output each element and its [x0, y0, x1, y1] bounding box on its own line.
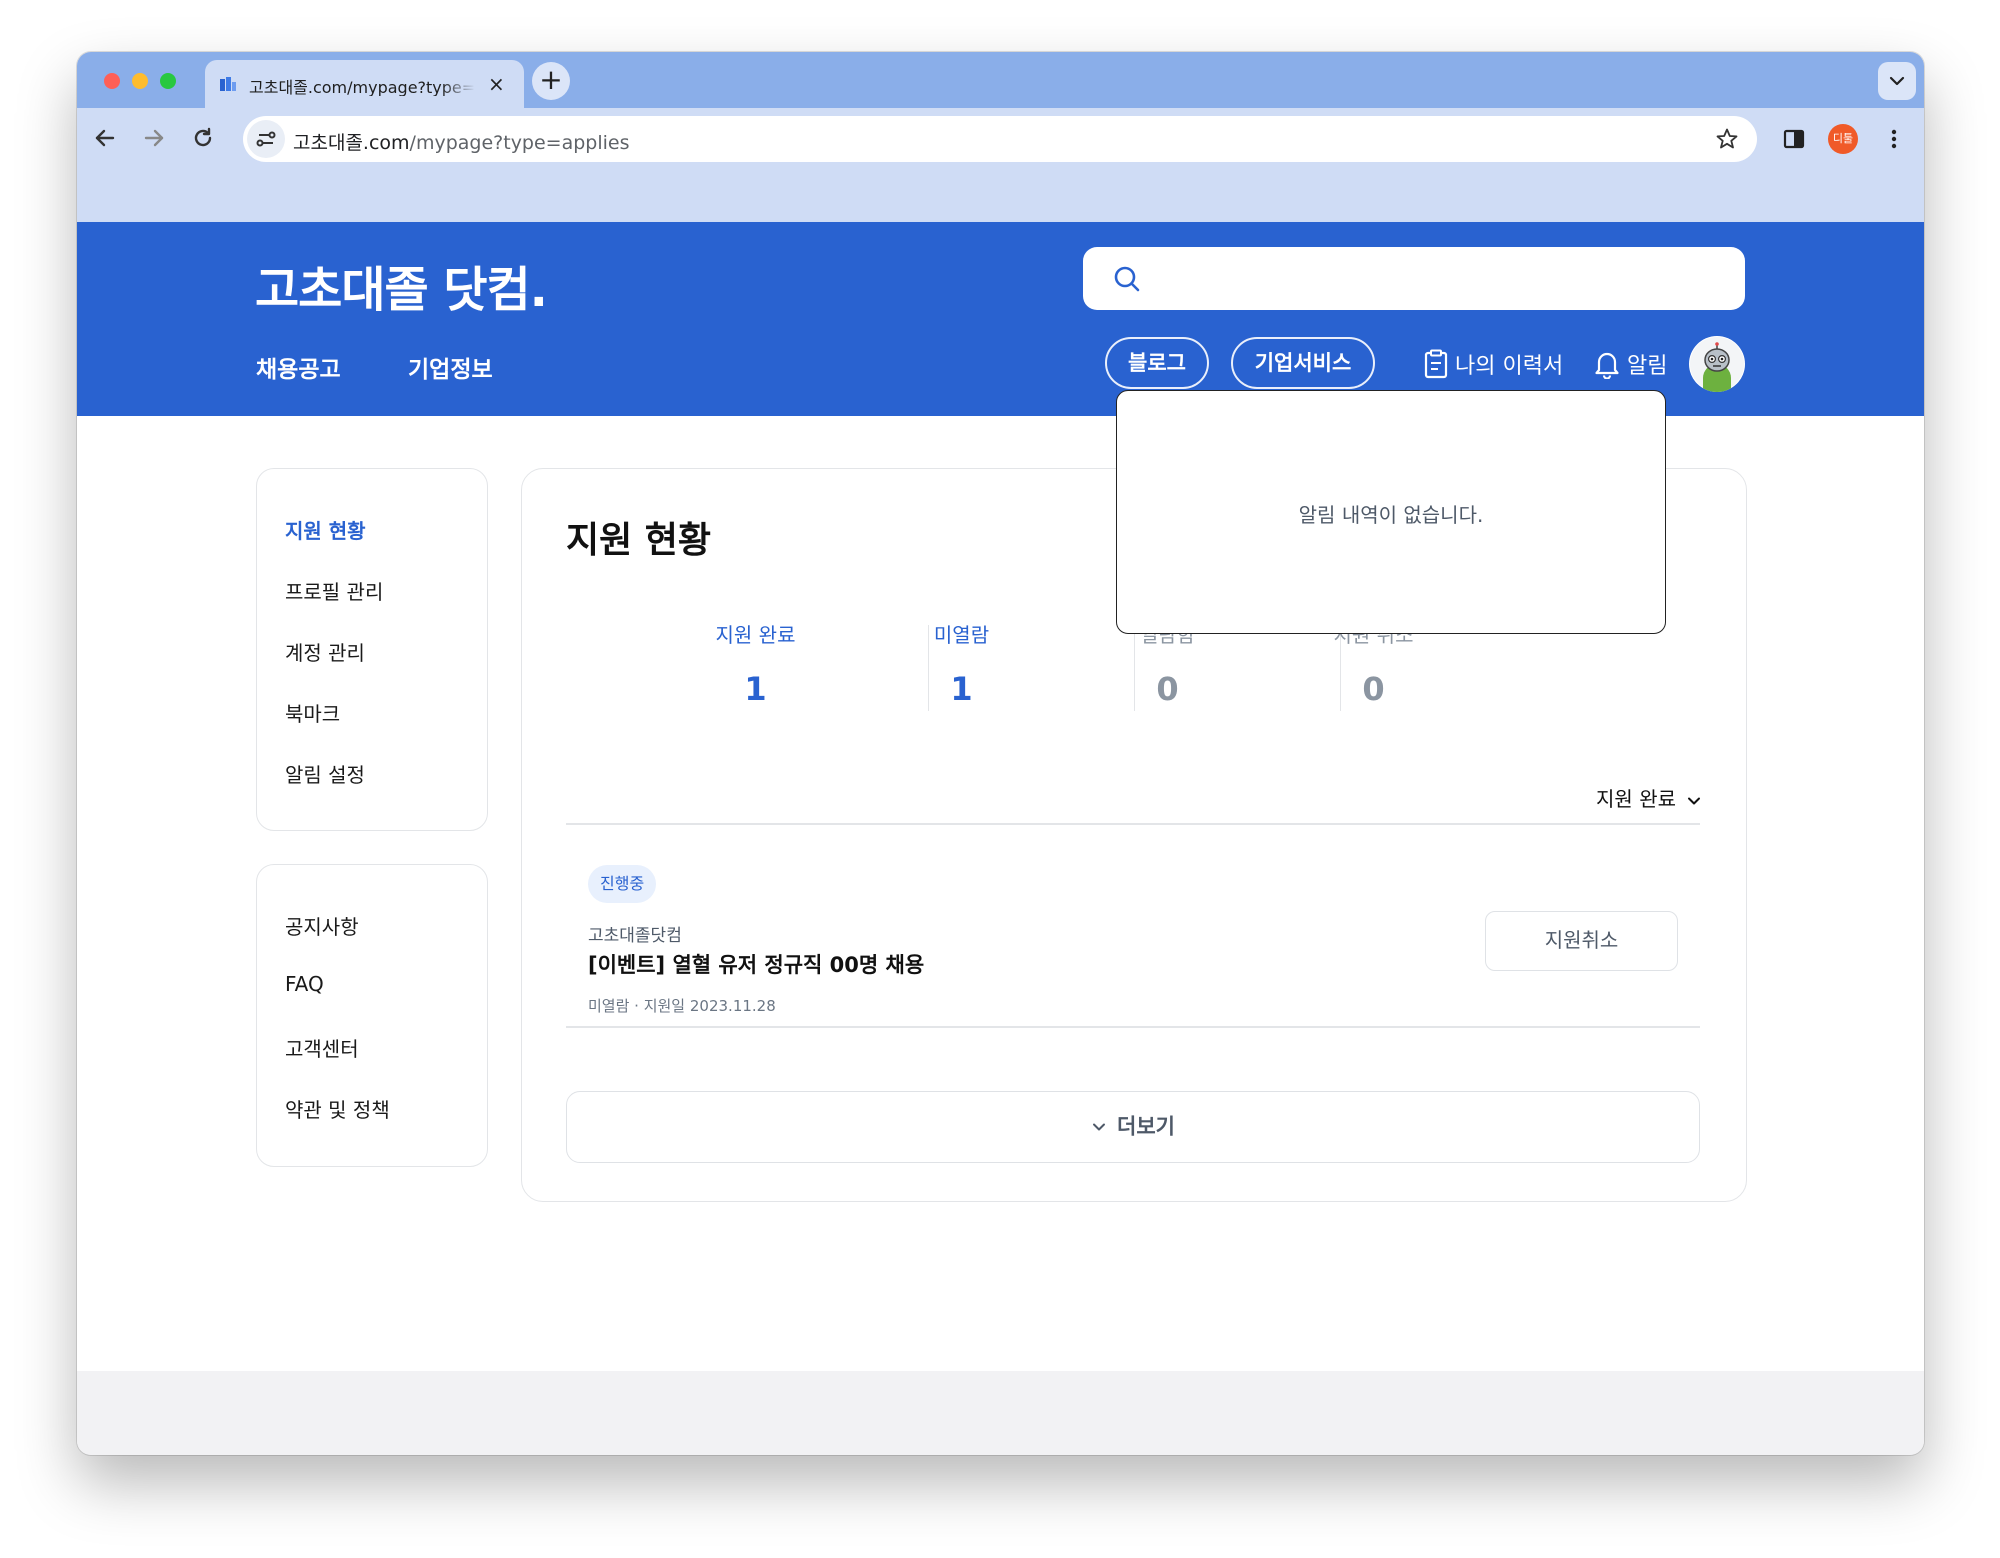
- load-more-label: 더보기: [1117, 1114, 1175, 1139]
- chevron-down-icon: [1889, 76, 1905, 86]
- close-window-button[interactable]: [104, 73, 120, 89]
- job-title[interactable]: [이벤트] 열혈 유저 정규직 00명 채용: [588, 949, 924, 979]
- maximize-window-button[interactable]: [160, 73, 176, 89]
- address-bar[interactable]: 고초대졸.com/mypage?type=applies: [243, 116, 1757, 162]
- more-vert-icon[interactable]: [1878, 123, 1910, 155]
- tab-close-icon[interactable]: ×: [488, 73, 505, 95]
- cancel-application-button[interactable]: 지원취소: [1485, 911, 1678, 971]
- url-text: 고초대졸.com/mypage?type=applies: [293, 128, 630, 155]
- side-panel-icon[interactable]: [1778, 123, 1810, 155]
- support-menu-card: 공지사항 FAQ 고객센터 약관 및 정책: [256, 864, 488, 1167]
- divider: [566, 823, 1700, 825]
- notification-empty-text: 알림 내역이 없습니다.: [1298, 503, 1484, 527]
- menu-application-status[interactable]: 지원 현황: [285, 515, 366, 544]
- status-filter-dropdown[interactable]: 지원 완료: [1596, 783, 1702, 812]
- search-icon: [1114, 266, 1140, 292]
- business-service-button[interactable]: 기업서비스: [1231, 337, 1375, 389]
- mypage-menu-card: 지원 현황 프로필 관리 계정 관리 북마크 알림 설정: [256, 468, 488, 831]
- menu-faq[interactable]: FAQ: [285, 972, 324, 996]
- tab-strip: 고초대졸.com/mypage?type=applies × +: [77, 52, 1924, 108]
- status-filter-label: 지원 완료: [1596, 787, 1676, 811]
- chevron-down-icon: [1688, 797, 1700, 804]
- tune-icon: [256, 131, 276, 147]
- nav-jobs-link[interactable]: 채용공고: [256, 350, 341, 384]
- bell-icon: [1595, 352, 1619, 380]
- divider: [566, 1026, 1700, 1028]
- site-settings-button[interactable]: [247, 120, 285, 158]
- clipboard-icon: [1424, 349, 1448, 379]
- site-favicon-icon: [220, 77, 236, 91]
- my-resume-label: 나의 이력서: [1455, 354, 1564, 379]
- toolbar-band: [77, 170, 1924, 222]
- application-meta: 미열람 · 지원일 2023.11.28: [588, 997, 776, 1015]
- reload-icon[interactable]: [187, 122, 219, 154]
- menu-account[interactable]: 계정 관리: [285, 637, 365, 666]
- menu-profile[interactable]: 프로필 관리: [285, 576, 383, 605]
- browser-tab[interactable]: 고초대졸.com/mypage?type=applies ×: [205, 60, 524, 108]
- menu-bookmark[interactable]: 북마크: [285, 698, 340, 727]
- page-title: 지원 현황: [566, 520, 712, 561]
- new-tab-button[interactable]: +: [532, 62, 570, 100]
- alarm-button[interactable]: 알림: [1593, 348, 1667, 380]
- user-avatar[interactable]: [1689, 336, 1745, 392]
- stat-value: 1: [744, 670, 767, 708]
- alarm-label: 알림: [1627, 354, 1668, 379]
- minimize-window-button[interactable]: [132, 73, 148, 89]
- menu-customer-center[interactable]: 고객센터: [285, 1033, 359, 1062]
- page-footer: [77, 1371, 1924, 1455]
- tab-title: 고초대졸.com/mypage?type=applies: [249, 78, 475, 96]
- stat-unread[interactable]: 미열람 1: [859, 619, 1064, 708]
- back-arrow-icon[interactable]: [89, 122, 121, 154]
- notification-popover: 알림 내역이 없습니다.: [1116, 390, 1666, 634]
- load-more-button[interactable]: 더보기: [566, 1091, 1700, 1163]
- company-name[interactable]: 고초대졸닷컴: [588, 921, 682, 946]
- nav-companies-link[interactable]: 기업정보: [408, 350, 493, 384]
- blog-button[interactable]: 블로그: [1105, 337, 1209, 389]
- stat-label: 미열람: [933, 623, 990, 647]
- url-path: /mypage?type=applies: [409, 132, 630, 154]
- stat-applied[interactable]: 지원 완료 1: [653, 619, 858, 708]
- robot-avatar-icon: [1690, 337, 1744, 392]
- menu-terms[interactable]: 약관 및 정책: [285, 1094, 390, 1123]
- stat-value: 0: [1156, 670, 1179, 708]
- tab-search-button[interactable]: [1878, 62, 1916, 100]
- stat-value: 1: [950, 670, 973, 708]
- url-host: 고초대졸.com: [293, 132, 410, 154]
- chevron-down-icon: [1093, 1123, 1106, 1131]
- stat-label: 지원 완료: [715, 623, 796, 647]
- browser-toolbar: 고초대졸.com/mypage?type=applies 디툴: [77, 108, 1924, 170]
- bookmark-star-icon[interactable]: [1715, 127, 1739, 151]
- my-resume-button[interactable]: 나의 이력서: [1423, 348, 1563, 380]
- forward-arrow-icon[interactable]: [138, 122, 170, 154]
- search-input[interactable]: [1083, 247, 1745, 310]
- menu-alarm-settings[interactable]: 알림 설정: [285, 759, 365, 788]
- browser-window: 고초대졸.com/mypage?type=applies × +: [77, 52, 1924, 1455]
- profile-avatar-button[interactable]: 디툴: [1828, 124, 1858, 154]
- status-badge: 진행중: [588, 865, 657, 903]
- stat-value: 0: [1362, 670, 1385, 708]
- site-logo[interactable]: 고초대졸 닷컴.: [255, 250, 548, 320]
- site-header: 고초대졸 닷컴. 채용공고 기업정보 블로그 기업서비스 나의 이력서 알림: [77, 222, 1924, 416]
- menu-notice[interactable]: 공지사항: [285, 911, 359, 940]
